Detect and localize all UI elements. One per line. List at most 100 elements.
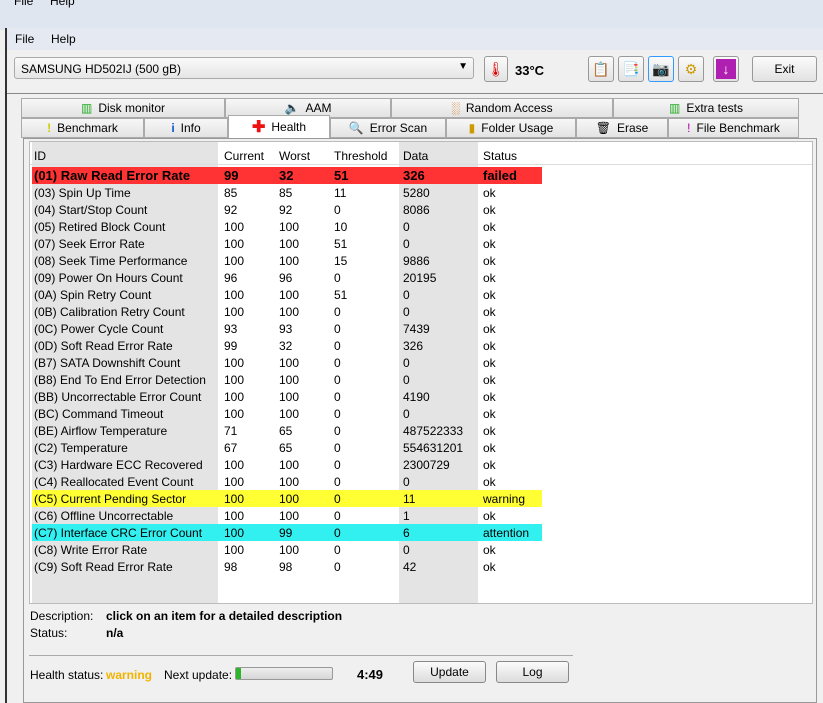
cell-threshold: 0 xyxy=(334,424,341,438)
copy-info-button[interactable]: 📑 xyxy=(618,56,644,82)
menu-help[interactable]: Help xyxy=(51,32,76,46)
tab-benchmark[interactable]: ! Benchmark xyxy=(21,118,144,138)
table-row[interactable]: (C5) Current Pending Sector 100 100 0 11 warn… xyxy=(30,490,812,507)
tab-random-access[interactable]: ░ Random Access xyxy=(391,98,613,118)
cell-current: 100 xyxy=(224,526,245,540)
cell-current: 100 xyxy=(224,220,245,234)
tab-extra-tests[interactable]: ▥ Extra tests xyxy=(613,98,799,118)
trash-icon: 🗑 xyxy=(595,121,611,135)
table-row[interactable]: (0B) Calibration Retry Count 100 100 0 0 ok xyxy=(30,303,812,320)
column-header-worst[interactable]: Worst xyxy=(279,149,310,163)
cell-worst: 92 xyxy=(279,203,293,217)
column-header-id[interactable]: ID xyxy=(34,149,46,163)
tab-health[interactable]: ✚ Health xyxy=(228,115,330,138)
cell-id: (C8) Write Error Rate xyxy=(34,543,148,557)
table-row[interactable]: (BC) Command Timeout 100 100 0 0 ok xyxy=(30,405,812,422)
cell-data: 0 xyxy=(403,220,410,234)
save-button[interactable]: ↓ xyxy=(713,56,739,82)
table-row[interactable]: (C9) Soft Read Error Rate 98 98 0 42 ok xyxy=(30,558,812,575)
table-row[interactable]: (B8) End To End Error Detection 100 100 0 0 o… xyxy=(30,371,812,388)
cell-current: 98 xyxy=(224,560,238,574)
cell-status: ok xyxy=(483,560,496,574)
table-row[interactable]: (B7) SATA Downshift Count 100 100 0 0 ok xyxy=(30,354,812,371)
arrow-down-icon: ↓ xyxy=(716,59,736,79)
column-header-current[interactable]: Current xyxy=(224,149,264,163)
cell-worst: 32 xyxy=(279,168,294,183)
cell-data: 326 xyxy=(403,339,424,353)
table-row[interactable]: (C7) Interface CRC Error Count 100 99 0 6 att… xyxy=(30,524,812,541)
update-button[interactable]: Update xyxy=(413,661,486,683)
cell-worst: 100 xyxy=(279,373,300,387)
cell-worst: 100 xyxy=(279,288,300,302)
cell-threshold: 15 xyxy=(334,254,348,268)
tab-erase[interactable]: 🗑 Erase xyxy=(576,118,668,138)
table-row[interactable]: (BB) Uncorrectable Error Count 100 100 0 419… xyxy=(30,388,812,405)
cell-status: ok xyxy=(483,203,496,217)
drive-select[interactable]: SAMSUNG HD502IJ (500 gB) ▼ xyxy=(14,57,474,79)
cell-current: 100 xyxy=(224,475,245,489)
tab-disk-monitor[interactable]: ▥ Disk monitor xyxy=(21,98,225,118)
column-header-status[interactable]: Status xyxy=(483,149,517,163)
table-row[interactable]: (07) Seek Error Rate 100 100 51 0 ok xyxy=(30,235,812,252)
disk-monitor-icon: ▥ xyxy=(80,101,93,115)
tab-folder-usage[interactable]: ▮ Folder Usage xyxy=(446,118,576,138)
cell-worst: 100 xyxy=(279,220,300,234)
thermometer-icon: 🌡 xyxy=(484,56,508,82)
cell-data: 7439 xyxy=(403,322,430,336)
tab-error-scan[interactable]: 🔍 Error Scan xyxy=(330,118,446,138)
table-row[interactable]: (C6) Offline Uncorrectable 100 100 0 1 ok xyxy=(30,507,812,524)
column-header-data[interactable]: Data xyxy=(403,149,428,163)
table-row[interactable]: (C3) Hardware ECC Recovered 100 100 0 230072… xyxy=(30,456,812,473)
cell-threshold: 0 xyxy=(334,373,341,387)
column-header-threshold[interactable]: Threshold xyxy=(334,149,387,163)
table-row[interactable]: (03) Spin Up Time 85 85 11 5280 ok xyxy=(30,184,812,201)
table-row[interactable]: (04) Start/Stop Count 92 92 0 8086 ok xyxy=(30,201,812,218)
cell-current: 67 xyxy=(224,441,238,455)
file-benchmark-icon: ! xyxy=(687,121,691,135)
table-row[interactable]: (0C) Power Cycle Count 93 93 0 7439 ok xyxy=(30,320,812,337)
progress-fill xyxy=(236,668,241,679)
table-row[interactable]: (BE) Airflow Temperature 71 65 0 487522333 ok xyxy=(30,422,812,439)
table-row[interactable]: (05) Retired Block Count 100 100 10 0 ok xyxy=(30,218,812,235)
tab-label: Info xyxy=(180,121,201,135)
cell-status: attention xyxy=(483,526,530,540)
table-row[interactable]: (C8) Write Error Rate 100 100 0 0 ok xyxy=(30,541,812,558)
log-button[interactable]: Log xyxy=(496,661,569,683)
table-row[interactable]: (01) Raw Read Error Rate 99 32 51 326 failed xyxy=(30,167,812,184)
table-row[interactable]: (09) Power On Hours Count 96 96 0 20195 ok xyxy=(30,269,812,286)
cell-current: 93 xyxy=(224,322,238,336)
folder-icon: ▮ xyxy=(468,121,476,135)
status-text: n/a xyxy=(106,626,124,640)
cell-current: 96 xyxy=(224,271,238,285)
options-icon: ⚙ xyxy=(684,60,698,77)
table-row[interactable]: (C2) Temperature 67 65 0 554631201 ok xyxy=(30,439,812,456)
cell-worst: 100 xyxy=(279,254,300,268)
cell-id: (C5) Current Pending Sector xyxy=(34,492,187,506)
cell-data: 20195 xyxy=(403,271,437,285)
cell-data: 5280 xyxy=(403,186,430,200)
ghost-menu-help: Help xyxy=(50,0,75,8)
screenshot-button[interactable]: 📷 xyxy=(648,56,674,82)
tab-info[interactable]: i Info xyxy=(144,118,228,138)
table-row[interactable]: (C4) Reallocated Event Count 100 100 0 0 ok xyxy=(30,473,812,490)
tab-file-benchmark[interactable]: ! File Benchmark xyxy=(668,118,799,138)
temperature: 33°C xyxy=(515,63,545,78)
cell-data: 0 xyxy=(403,356,410,370)
options-button[interactable]: ⚙ xyxy=(678,56,704,82)
cell-status: warning xyxy=(483,492,526,506)
table-row[interactable]: (0D) Soft Read Error Rate 99 32 0 326 ok xyxy=(30,337,812,354)
cell-status: failed xyxy=(483,168,517,183)
cell-current: 92 xyxy=(224,203,238,217)
table-row[interactable]: (0A) Spin Retry Count 100 100 51 0 ok xyxy=(30,286,812,303)
exclamation-icon: ! xyxy=(47,121,52,135)
cell-current: 100 xyxy=(224,254,245,268)
cell-id: (C2) Temperature xyxy=(34,441,128,455)
table-row[interactable]: (08) Seek Time Performance 100 100 15 9886 ok xyxy=(30,252,812,269)
copy-text-button[interactable]: 📋 xyxy=(588,56,614,82)
cell-worst: 100 xyxy=(279,492,300,506)
description-text: click on an item for a detailed descript… xyxy=(106,609,343,623)
menu-file[interactable]: File xyxy=(15,32,34,46)
tab-label: Benchmark xyxy=(57,121,118,135)
exit-button[interactable]: Exit xyxy=(752,56,817,82)
cell-data: 0 xyxy=(403,407,410,421)
